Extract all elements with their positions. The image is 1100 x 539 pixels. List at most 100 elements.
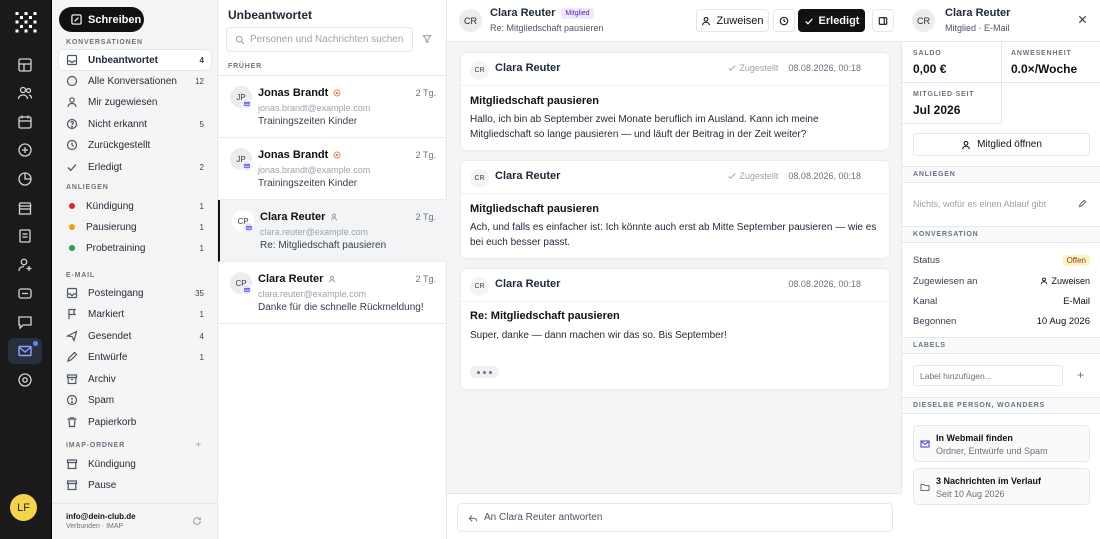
conversation-item[interactable]: JP Jonas Brandt 2 Tg. jonas.brandt@examp… — [218, 138, 447, 200]
message-date: 08.08.2026, 00:18 — [788, 279, 861, 289]
delivered-check-icon — [728, 65, 736, 71]
filter-icon[interactable] — [422, 34, 432, 44]
history-card[interactable]: 3 Nachrichten im Verlauf Seit 10 Aug 202… — [913, 468, 1090, 505]
nav-label: Alle Konversationen — [88, 75, 177, 87]
rail-settings-icon[interactable] — [8, 367, 42, 393]
label-input-box[interactable] — [913, 365, 1063, 386]
nav-concern-cancellation[interactable]: Kündigung 1 — [59, 196, 211, 216]
rail-members-icon[interactable] — [8, 80, 42, 106]
mark-done-button[interactable]: Erledigt — [798, 9, 865, 32]
nav-inbox[interactable]: Posteingang 35 — [59, 283, 211, 303]
nav-unanswered[interactable]: Unbeantwortet 4 — [59, 50, 211, 70]
nav-concern-trial[interactable]: Probetraining 1 — [59, 238, 211, 258]
detail-row-status: Status Offen — [913, 255, 1090, 266]
assign-button[interactable]: Zuweisen — [696, 9, 769, 32]
nav-label: Pause — [88, 479, 117, 491]
message-card[interactable]: CR Clara Reuter Zugestellt 08.08.2026, 0… — [461, 53, 889, 150]
rail-messages-icon[interactable] — [8, 281, 42, 307]
rail-chat-icon[interactable] — [8, 309, 42, 335]
snooze-button[interactable] — [773, 9, 795, 32]
contact-email: jonas.brandt@example.com — [258, 103, 371, 113]
rail-mail-icon[interactable] — [8, 338, 42, 364]
search-box[interactable] — [226, 27, 413, 52]
find-in-webmail-card[interactable]: In Webmail finden Ordner, Entwürfe und S… — [913, 425, 1090, 462]
message-meta: 08.08.2026, 00:18 — [778, 279, 861, 289]
message-card[interactable]: CR Clara Reuter 08.08.2026, 00:18 Re: Mi… — [461, 269, 889, 389]
nav-archive[interactable]: Archiv — [59, 369, 211, 389]
show-quoted-button[interactable] — [470, 366, 499, 378]
nav-done[interactable]: Erledigt 2 — [59, 157, 211, 177]
sender-name: Clara Reuter — [495, 170, 561, 182]
nav-assigned-to-me[interactable]: Mir zugewiesen — [59, 92, 211, 112]
message-status: Zugestellt — [739, 63, 779, 73]
contact-name-text: Clara Reuter — [258, 273, 324, 285]
nav-imap-cancellation[interactable]: Kündigung — [59, 454, 211, 474]
message-meta: Zugestellt 08.08.2026, 00:18 — [728, 171, 861, 181]
message-card[interactable]: CR Clara Reuter Zugestellt 08.08.2026, 0… — [461, 161, 889, 258]
nav-flagged[interactable]: Markiert 1 — [59, 304, 211, 324]
contact-email: jonas.brandt@example.com — [258, 165, 371, 175]
rail-store-icon[interactable] — [8, 195, 42, 221]
message-title: Mitgliedschaft pausieren — [470, 203, 599, 215]
inbox-icon — [66, 287, 82, 299]
archive-icon — [66, 373, 82, 385]
conversation-item[interactable]: JP Jonas Brandt 2 Tg. jonas.brandt@examp… — [218, 76, 447, 138]
add-imap-folder-button[interactable]: + — [195, 440, 202, 451]
nav-spam[interactable]: Spam — [59, 390, 211, 410]
folder-icon — [66, 458, 82, 470]
rail-coins-icon[interactable] — [8, 137, 42, 163]
nav-trash[interactable]: Papierkorb — [59, 412, 211, 432]
open-member-button[interactable]: Mitglied öffnen — [913, 133, 1090, 156]
nav-unrecognized[interactable]: Nicht erkannt 5 — [59, 114, 211, 134]
unread-dot — [33, 341, 38, 346]
details-name: Clara Reuter — [945, 7, 1011, 19]
message-header: CR Clara Reuter 08.08.2026, 00:18 — [461, 269, 889, 302]
nav-count: 1 — [199, 309, 204, 319]
nav-imap-pause[interactable]: Pause — [59, 475, 211, 495]
account-footer: info@dein-club.de Verbunden · IMAP — [52, 503, 218, 539]
contact-name-text: Jonas Brandt — [258, 87, 329, 99]
concern-color-dot — [69, 245, 75, 251]
flag-icon — [66, 308, 82, 320]
rail-dashboard-icon[interactable] — [8, 52, 42, 78]
message-title: Mitgliedschaft pausieren — [470, 95, 599, 107]
add-label-button[interactable]: + — [1077, 368, 1084, 382]
nav-drafts[interactable]: Entwürfe 1 — [59, 347, 211, 367]
rail-analytics-icon[interactable] — [8, 166, 42, 192]
search-input[interactable] — [250, 34, 410, 45]
toggle-panel-button[interactable] — [872, 9, 894, 32]
stat-value: 0,00 € — [913, 62, 947, 76]
rail-user-add-icon[interactable] — [8, 252, 42, 278]
conversation-item-selected[interactable]: CP Clara Reuter 2 Tg. clara.reuter@examp… — [218, 200, 447, 262]
rail-documents-icon[interactable] — [8, 223, 42, 249]
nav-snoozed[interactable]: Zurückgestellt — [59, 135, 211, 155]
detail-label: Status — [913, 255, 940, 266]
alert-circle-icon — [333, 151, 341, 159]
section-conversation-header: Konversation — [902, 226, 1100, 243]
detail-value: Offen — [1062, 255, 1090, 266]
reply-button[interactable]: An Clara Reuter antworten — [457, 503, 893, 532]
contact-email: clara.reuter@example.com — [260, 227, 369, 237]
concern-color-dot — [69, 224, 75, 230]
edit-icon[interactable] — [1078, 199, 1087, 208]
compose-button[interactable]: Schreiben — [59, 7, 144, 32]
message-meta: Zugestellt 08.08.2026, 00:18 — [728, 63, 861, 73]
assign-link[interactable]: Zuweisen — [1040, 276, 1090, 286]
nav-all-conversations[interactable]: Alle Konversationen 12 — [59, 71, 211, 91]
sender-name: Clara Reuter — [495, 278, 561, 290]
person-icon — [962, 140, 970, 149]
conversation-item[interactable]: CP Clara Reuter 2 Tg. clara.reuter@examp… — [218, 262, 447, 324]
close-icon[interactable] — [1078, 15, 1087, 24]
label-input[interactable] — [920, 370, 1060, 381]
conversation-subject: Danke für die schnelle Rückmeldung! — [258, 302, 424, 313]
clock-icon — [66, 139, 82, 151]
sync-icon[interactable] — [192, 516, 202, 526]
user-avatar[interactable]: LF — [10, 494, 37, 521]
nav-concern-pause[interactable]: Pausierung 1 — [59, 217, 211, 237]
nav-sent[interactable]: Gesendet 4 — [59, 326, 211, 346]
mail-badge-icon — [243, 222, 254, 233]
thread-contact-name: Clara Reuter — [490, 7, 556, 19]
detail-label: Zugewiesen an — [913, 276, 978, 287]
rail-calendar-icon[interactable] — [8, 109, 42, 135]
details-subtitle: Mitglied · E-Mail — [945, 23, 1010, 33]
